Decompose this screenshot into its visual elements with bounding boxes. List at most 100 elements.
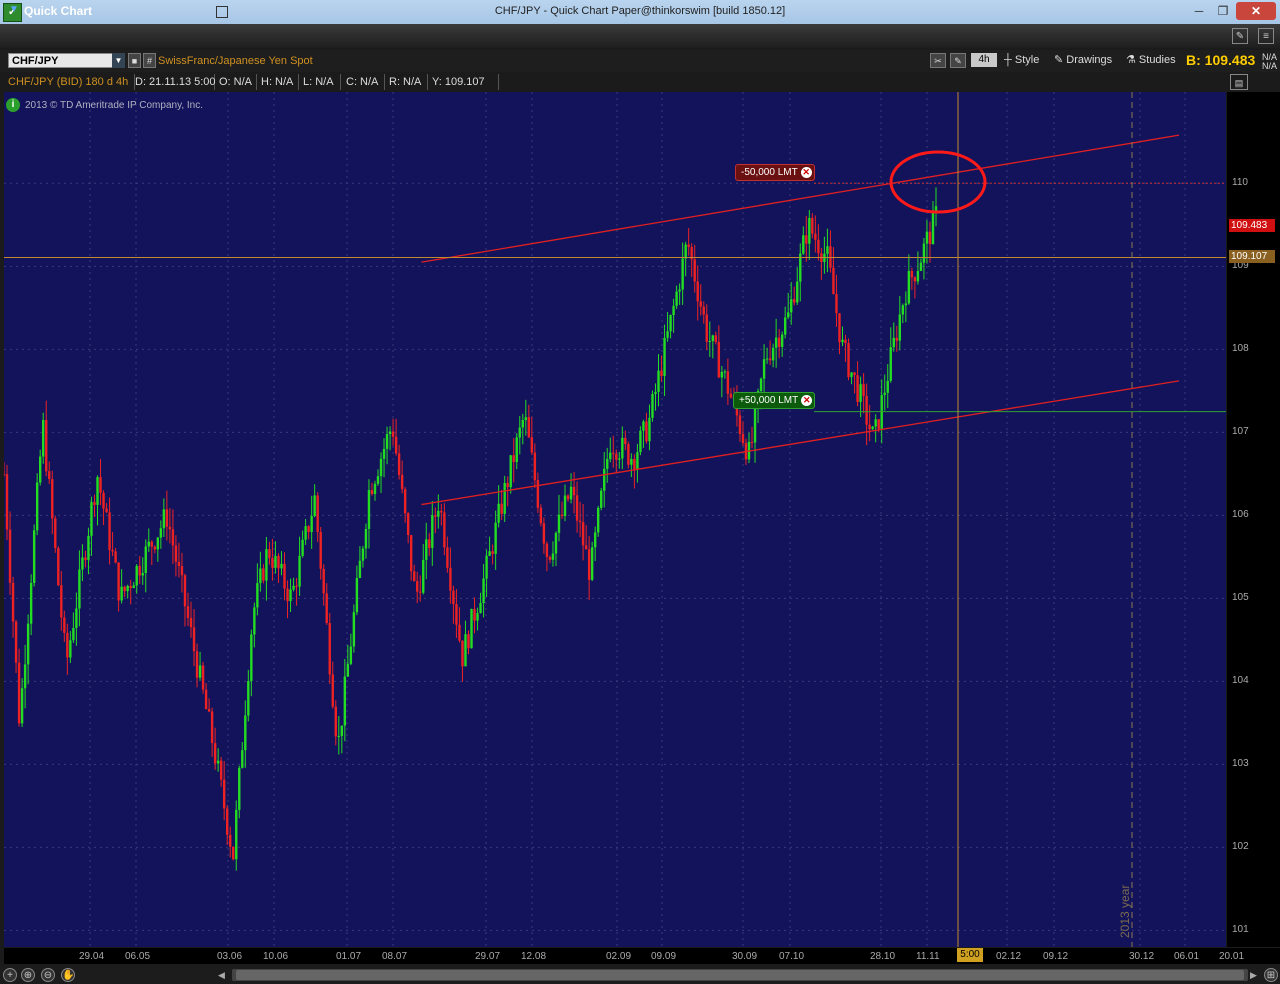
link-color-icon[interactable]: ■ [128,53,141,68]
candle-body [467,634,470,649]
candle-body [889,347,892,381]
candle-body [898,314,902,341]
price-tick-label: 108 [1232,343,1249,355]
time-tick-label: 01.07 [336,951,362,962]
candle-body [225,808,229,835]
year-label: 2013 year [1118,884,1132,938]
candle-body [8,529,12,583]
crosshair-icon[interactable]: + [3,968,17,982]
candle-body [684,244,687,259]
candle-body [874,419,877,427]
candle-body [928,231,932,245]
candle-body [38,456,42,483]
candle-body [17,662,21,724]
candle-body [560,514,564,516]
time-tick-label: 29.07 [475,951,501,962]
price-chart[interactable] [4,92,1226,947]
price-tick-label: 102 [1232,841,1249,853]
candle-body [262,568,265,581]
symbol-dropdown-icon[interactable]: ▼ [112,53,125,68]
candle-body [708,341,711,343]
candle-body [711,335,715,342]
candle-body [147,541,150,547]
candle-body [4,473,6,475]
candle-body [826,246,829,254]
symbol-lookup-icon[interactable]: # [143,53,156,68]
symbol-input[interactable]: CHF/JPY [8,53,114,68]
info-icon[interactable]: i [6,98,20,112]
candle-body [382,448,386,459]
candle-body [313,495,316,517]
candle-body [14,621,18,663]
candle-body [521,420,524,428]
chart-plot-area[interactable] [4,92,1226,947]
buy-limit-order-tag[interactable]: +50,000 LMT ✕ [733,392,816,409]
candle-body [687,244,690,247]
candle-body [847,343,850,378]
candle-body [714,335,718,342]
candle-body [672,305,675,316]
candle-body [913,277,917,282]
sell-limit-order-tag[interactable]: -50,000 LMT ✕ [735,164,815,181]
candle-body [171,529,175,546]
candle-body [69,640,72,658]
scroll-thumb[interactable] [236,970,1244,980]
candle-body [883,392,886,396]
drawings-button[interactable]: ✎ Drawings [1054,52,1112,69]
candle-body [403,489,407,514]
candle-body [886,380,889,393]
candle-body [156,537,160,550]
candle-body [379,458,383,477]
candle-body [304,526,307,540]
candle-body [657,370,660,392]
maximize-button[interactable]: ❐ [1210,2,1236,20]
candle-body [316,495,319,533]
price-tick-label: 105 [1232,592,1249,604]
cancel-order-icon[interactable]: ✕ [801,395,813,406]
candle-body [470,608,473,649]
minimize-button[interactable]: ─ [1186,2,1212,20]
collapse-arrow-icon[interactable]: ▼ [9,4,19,15]
menu-icon[interactable]: ≡ [1258,28,1274,44]
candle-body [349,646,353,664]
candle-body [479,603,482,613]
time-tick-label: 06.05 [125,951,151,962]
candle-body [150,541,153,547]
zoom-in-icon[interactable]: ⊕ [21,968,35,982]
zoom-out-icon[interactable]: ⊖ [41,968,55,982]
cursor-time-tag: 5:00 [957,948,983,962]
candle-body [868,424,871,430]
candle-body [114,551,117,563]
time-axis[interactable] [4,948,1280,964]
candle-body [753,408,757,443]
candle-body [536,480,540,508]
drawing-tool-icon[interactable]: ✂ [930,53,946,68]
candle-body [506,482,509,488]
timeframe-selector[interactable]: 4h [971,53,997,67]
candle-body [81,557,84,570]
chart-settings-icon[interactable]: ▤ [1230,74,1248,90]
expand-icon[interactable]: ⊞ [1264,968,1278,982]
candle-body [413,571,416,582]
candle-body [627,444,630,465]
time-tick-label: 11.11 [916,951,940,962]
studies-button[interactable]: ⚗ Studies [1126,52,1176,69]
pencil-icon: ✎ [1054,54,1067,66]
candle-body [741,434,745,444]
close-button[interactable]: ✕ [1236,2,1276,20]
pan-hand-icon[interactable]: ✋ [61,968,75,982]
high-readout: H: N/A [257,74,299,90]
scroll-left-arrow-icon[interactable]: ◀ [218,970,225,981]
cancel-order-icon[interactable]: ✕ [800,167,812,178]
pin-icon[interactable]: ✎ [1232,28,1248,44]
candle-body [431,515,434,548]
studies-icon: ⚗ [1126,54,1139,66]
candle-body [877,419,880,429]
style-button[interactable]: ┼ Style [1004,52,1039,69]
candle-body [515,437,518,463]
settings-wrench-icon[interactable]: ✎ [950,53,966,68]
scroll-right-arrow-icon[interactable]: ▶ [1250,970,1257,981]
candle-body [358,560,362,578]
candle-body [838,313,841,343]
candle-body [400,474,404,490]
